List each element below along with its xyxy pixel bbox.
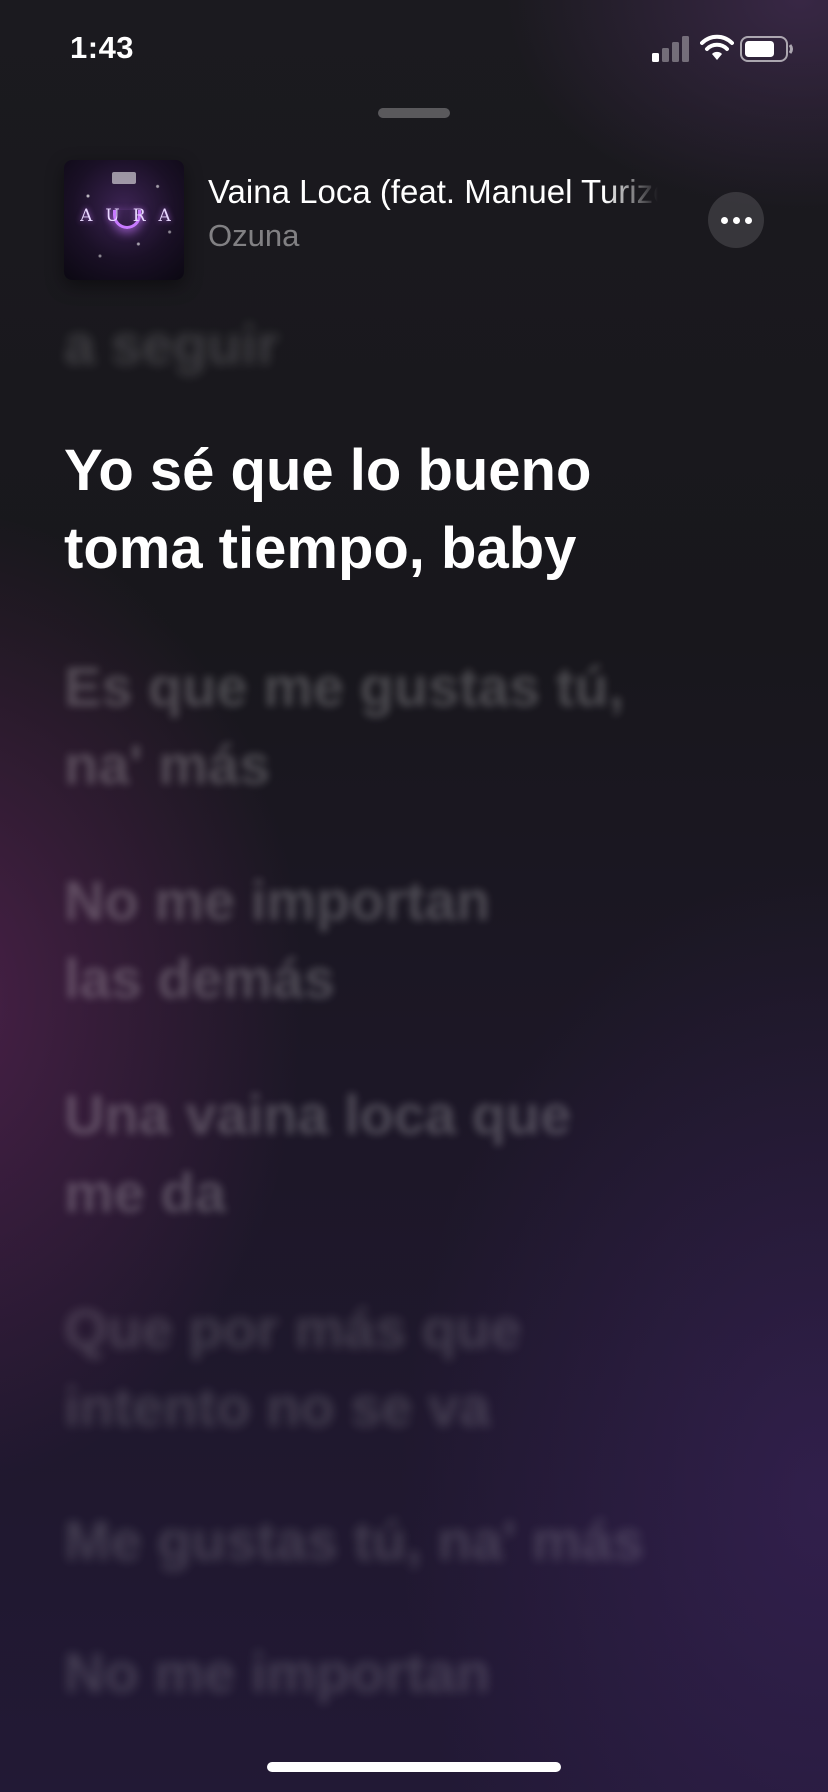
lyric-line[interactable]: No me importan <box>64 1634 764 1712</box>
lyric-line[interactable]: Es que me gustas tú, na' más <box>64 648 764 804</box>
lyric-line[interactable]: Me gustas tú, na' más <box>64 1502 764 1580</box>
ellipsis-icon <box>720 216 752 224</box>
album-artwork-title: AURA <box>80 206 184 226</box>
lyric-line[interactable]: Que por más que intento no se va <box>64 1290 764 1446</box>
home-indicator[interactable] <box>267 1762 561 1772</box>
album-artwork[interactable]: AURA <box>64 160 184 280</box>
more-options-button[interactable] <box>708 192 764 248</box>
lyric-line[interactable]: Una vaina loca que me da <box>64 1076 764 1232</box>
lyric-line-current[interactable]: Yo sé que lo bueno toma tiempo, baby <box>64 432 764 588</box>
lyric-line-previous[interactable]: a seguir <box>64 306 764 384</box>
lyric-line[interactable]: No me importan las demás <box>64 862 764 1018</box>
album-artwork-badge <box>112 172 136 184</box>
track-title: Vaina Loca (feat. Manuel Turizo) <box>208 173 658 210</box>
track-artist: Ozuna <box>208 218 300 253</box>
track-info[interactable]: Vaina Loca (feat. Manuel Turizo) Ozuna <box>208 172 658 262</box>
